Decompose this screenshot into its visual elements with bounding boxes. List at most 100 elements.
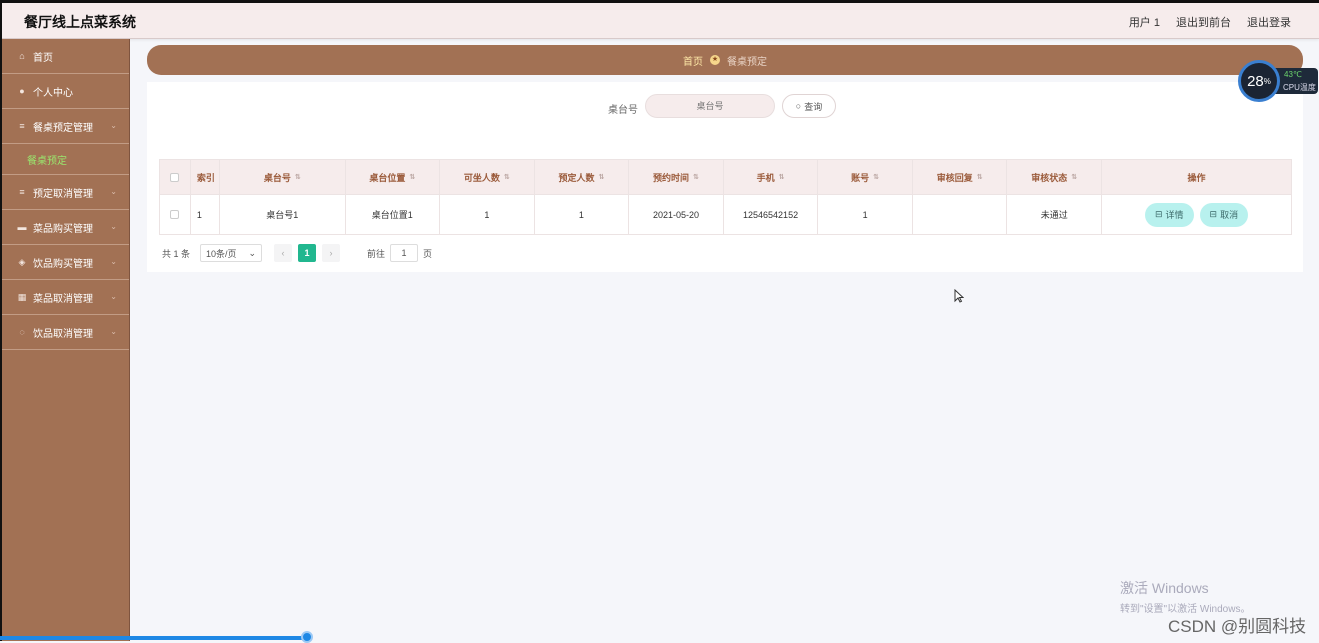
column-label: 可坐人数: [463, 172, 500, 183]
column-header-table-no[interactable]: 桌台号 ⇅: [220, 160, 346, 194]
chevron-down-icon: ⌄: [248, 247, 257, 258]
shield-icon: ◈: [18, 256, 26, 267]
sidebar-item-home[interactable]: ⌂ 首页: [2, 39, 129, 74]
app-title: 餐厅线上点菜系统: [24, 14, 136, 30]
watermark-line-1: 激活 Windows: [1120, 580, 1209, 596]
grid-icon: ▦: [17, 291, 27, 302]
page-number-current[interactable]: 1: [298, 244, 317, 262]
sidebar-item-label: 菜品购买管理: [33, 223, 93, 235]
column-header-account[interactable]: 账号 ⇅: [818, 160, 913, 194]
column-header-index: 索引: [191, 160, 221, 194]
sidebar-item-reservation-cancel[interactable]: ≡ 预定取消管理 ⌄: [2, 175, 129, 210]
breadcrumb-home[interactable]: 首页: [683, 53, 703, 68]
chevron-down-icon: ⌄: [110, 327, 117, 336]
sidebar-item-label: 首页: [33, 52, 53, 64]
cpu-temperature-widget[interactable]: 28% 43℃ CPU温度: [1238, 60, 1318, 102]
sidebar-item-label: 餐桌预定管理: [33, 122, 93, 134]
page-size-value: 10条/页: [206, 248, 237, 259]
query-button[interactable]: ○ 查询: [782, 94, 836, 118]
cancel-button[interactable]: ⊟ 取消: [1199, 202, 1249, 227]
column-label: 桌台号: [263, 172, 291, 183]
submenu-item-table-reservation[interactable]: 餐桌预定: [2, 144, 129, 175]
chevron-down-icon: ⌄: [110, 187, 117, 196]
sidebar-item-dish-purchase[interactable]: ▬ 菜品购买管理 ⌄: [2, 210, 129, 245]
row-checkbox-cell: [160, 195, 191, 234]
csdn-watermark: CSDN @别圆科技: [1168, 617, 1307, 636]
percent-sign: %: [1263, 76, 1271, 86]
next-page-button[interactable]: ›: [322, 244, 341, 262]
column-label: 桌台位置: [369, 172, 406, 183]
sort-icon[interactable]: ⇅: [504, 173, 510, 181]
logout-link[interactable]: 退出登录: [1247, 14, 1291, 30]
sort-icon[interactable]: ⇅: [779, 173, 785, 181]
goto-page-input[interactable]: 1: [390, 244, 419, 262]
sidebar-item-label: 饮品购买管理: [33, 258, 93, 270]
page-suffix: 页: [423, 248, 433, 259]
row-checkbox[interactable]: [170, 210, 180, 219]
column-header-reserved[interactable]: 预定人数 ⇅: [535, 160, 630, 194]
sidebar-item-label: 预定取消管理: [33, 188, 93, 200]
cell-location: 桌台位置1: [346, 195, 441, 234]
sidebar-item-dish-cancel[interactable]: ▦ 菜品取消管理 ⌄: [2, 280, 129, 315]
table-row: 1 桌台号1 桌台位置1 1 1 2021-05-20 12546542152 …: [159, 195, 1292, 235]
page-size-select[interactable]: 10条/页 ⌄: [200, 244, 263, 262]
detail-button[interactable]: ⊟ 详情: [1144, 202, 1194, 227]
sort-icon[interactable]: ⇅: [598, 173, 604, 181]
cell-table-no: 桌台号1: [220, 195, 346, 234]
menu-icon: ≡: [19, 121, 25, 131]
menu-icon: ≡: [19, 187, 25, 197]
prev-page-button[interactable]: ‹: [274, 244, 293, 262]
sort-icon[interactable]: ⇅: [873, 173, 879, 181]
cpu-usage-percent: 28: [1247, 72, 1264, 90]
sidebar-item-table-reservation[interactable]: ≡ 餐桌预定管理 ⌄: [2, 109, 129, 144]
cell-time: 2021-05-20: [629, 195, 724, 234]
sidebar-item-label: 个人中心: [33, 87, 73, 99]
progress-handle[interactable]: [301, 631, 313, 643]
windows-activation-watermark: 激活 Windows 转到"设置"以激活 Windows。: [1120, 578, 1250, 615]
cell-reserved: 1: [535, 195, 630, 234]
column-label: 账号: [851, 172, 870, 183]
chevron-down-icon: ⌄: [110, 257, 117, 266]
cpu-temp-value: 43℃: [1284, 70, 1302, 79]
cart-icon: ▬: [17, 222, 27, 232]
user-label[interactable]: 用户 1: [1129, 14, 1160, 30]
table-number-search-input[interactable]: [645, 94, 775, 118]
cell-capacity: 1: [440, 195, 535, 234]
column-header-time[interactable]: 预约时间 ⇅: [629, 160, 724, 194]
chevron-down-icon: ⌄: [110, 121, 117, 130]
sidebar-item-drink-purchase[interactable]: ◈ 饮品购买管理 ⌄: [2, 245, 129, 280]
sort-icon[interactable]: ⇅: [977, 173, 983, 181]
search-icon: ○: [795, 101, 802, 111]
detail-button-label: 详情: [1165, 210, 1184, 220]
breadcrumb-current: 餐桌预定: [727, 56, 767, 68]
table-header: 索引 桌台号 ⇅ 桌台位置 ⇅ 可坐人数 ⇅ 预定人数 ⇅ 预约时间 ⇅ 手机 ⇅ 账号 ⇅ …: [159, 159, 1292, 195]
header-checkbox-cell: [160, 160, 191, 194]
star-icon: ★: [710, 55, 720, 65]
mouse-cursor-icon: [954, 289, 964, 303]
sidebar-item-personal-center[interactable]: ● 个人中心: [2, 74, 129, 109]
column-label: 手机: [756, 172, 775, 183]
select-all-checkbox[interactable]: [170, 172, 180, 182]
column-label: 预定人数: [558, 172, 595, 183]
column-label: 审核回复: [936, 172, 973, 183]
column-header-reply[interactable]: 审核回复 ⇅: [913, 160, 1008, 194]
sort-icon[interactable]: ⇅: [1071, 173, 1077, 181]
header-links: 用户 1 退出到前台 退出登录: [1129, 14, 1291, 30]
video-progress-bar[interactable]: [0, 631, 313, 643]
user-icon: ●: [19, 86, 25, 96]
sidebar-item-label: 菜品取消管理: [33, 293, 93, 305]
sort-icon[interactable]: ⇅: [693, 173, 699, 181]
sort-icon[interactable]: ⇅: [295, 173, 301, 181]
cell-phone: 12546542152: [724, 195, 819, 234]
column-header-location[interactable]: 桌台位置 ⇅: [346, 160, 441, 194]
column-header-phone[interactable]: 手机 ⇅: [724, 160, 819, 194]
sidebar-item-drink-cancel[interactable]: ◌ 饮品取消管理 ⌄: [2, 315, 129, 350]
back-to-front-link[interactable]: 退出到前台: [1176, 14, 1231, 30]
cell-actions: ⊟ 详情 ⊟ 取消: [1102, 195, 1291, 234]
column-header-status[interactable]: 审核状态 ⇅: [1007, 160, 1103, 194]
document-icon: ⊟: [1209, 209, 1218, 219]
cell-status: 未通过: [1007, 195, 1103, 234]
column-header-capacity[interactable]: 可坐人数 ⇅: [440, 160, 535, 194]
sidebar-item-label: 饮品取消管理: [33, 328, 93, 340]
sort-icon[interactable]: ⇅: [409, 173, 415, 181]
